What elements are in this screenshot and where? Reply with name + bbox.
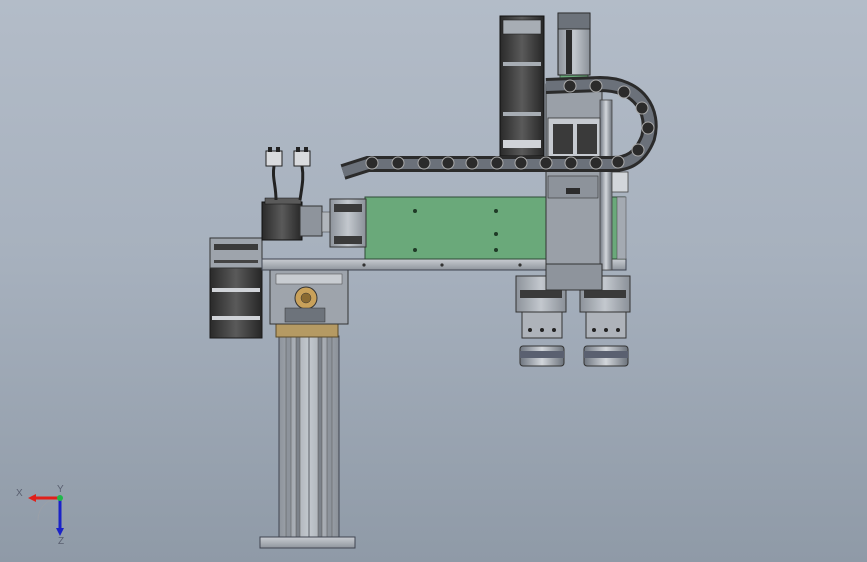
- gripper-mount-block: [545, 263, 603, 291]
- left-stepper-motor[interactable]: [209, 237, 263, 339]
- z-axis-label: Z: [58, 536, 64, 547]
- z-axis-top-motor[interactable]: [557, 12, 591, 76]
- motor-cables: [265, 147, 311, 201]
- cad-viewport[interactable]: X Y Z: [0, 0, 867, 562]
- x-axis-label: X: [16, 488, 23, 499]
- y-axis-dot: [57, 495, 63, 501]
- z-axis-arrowhead: [56, 528, 64, 536]
- gantry-robot-model[interactable]: [0, 0, 867, 562]
- orientation-triad[interactable]: X Y Z: [14, 484, 78, 548]
- x-axis-arrowhead: [28, 494, 36, 502]
- horizontal-servo-motor[interactable]: [261, 197, 367, 248]
- horizontal-cable-chain[interactable]: [340, 156, 620, 180]
- triad-arc: [37, 497, 61, 521]
- vertical-drag-chain[interactable]: [499, 15, 545, 157]
- y-axis-label: Y: [57, 484, 64, 495]
- vertical-column[interactable]: [259, 323, 356, 549]
- column-gearbox[interactable]: [269, 269, 349, 325]
